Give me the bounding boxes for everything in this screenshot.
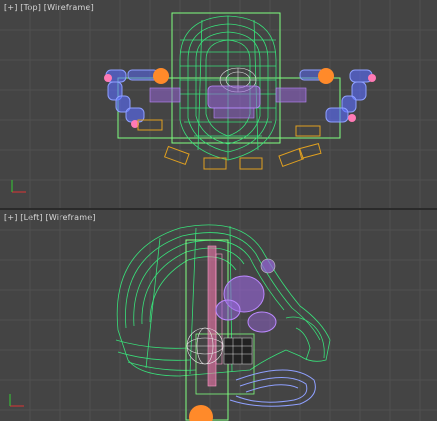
selection-box-side [185, 239, 229, 421]
axis-gizmo-left [9, 394, 24, 407]
axis-gizmo-top [11, 180, 26, 193]
top-view-scene [0, 0, 437, 208]
visor-side [215, 258, 277, 333]
white-sphere-side [186, 327, 224, 365]
left-view-scene [0, 210, 437, 421]
jaw-side [229, 369, 316, 407]
viewport-top[interactable]: [+] [Top] [Wireframe] [0, 0, 437, 208]
joint-orange-side [189, 405, 213, 421]
viewport-left[interactable]: [+] [Left] [Wireframe] [0, 210, 437, 421]
visor-top [149, 85, 307, 119]
mech-panel-side [223, 337, 253, 365]
